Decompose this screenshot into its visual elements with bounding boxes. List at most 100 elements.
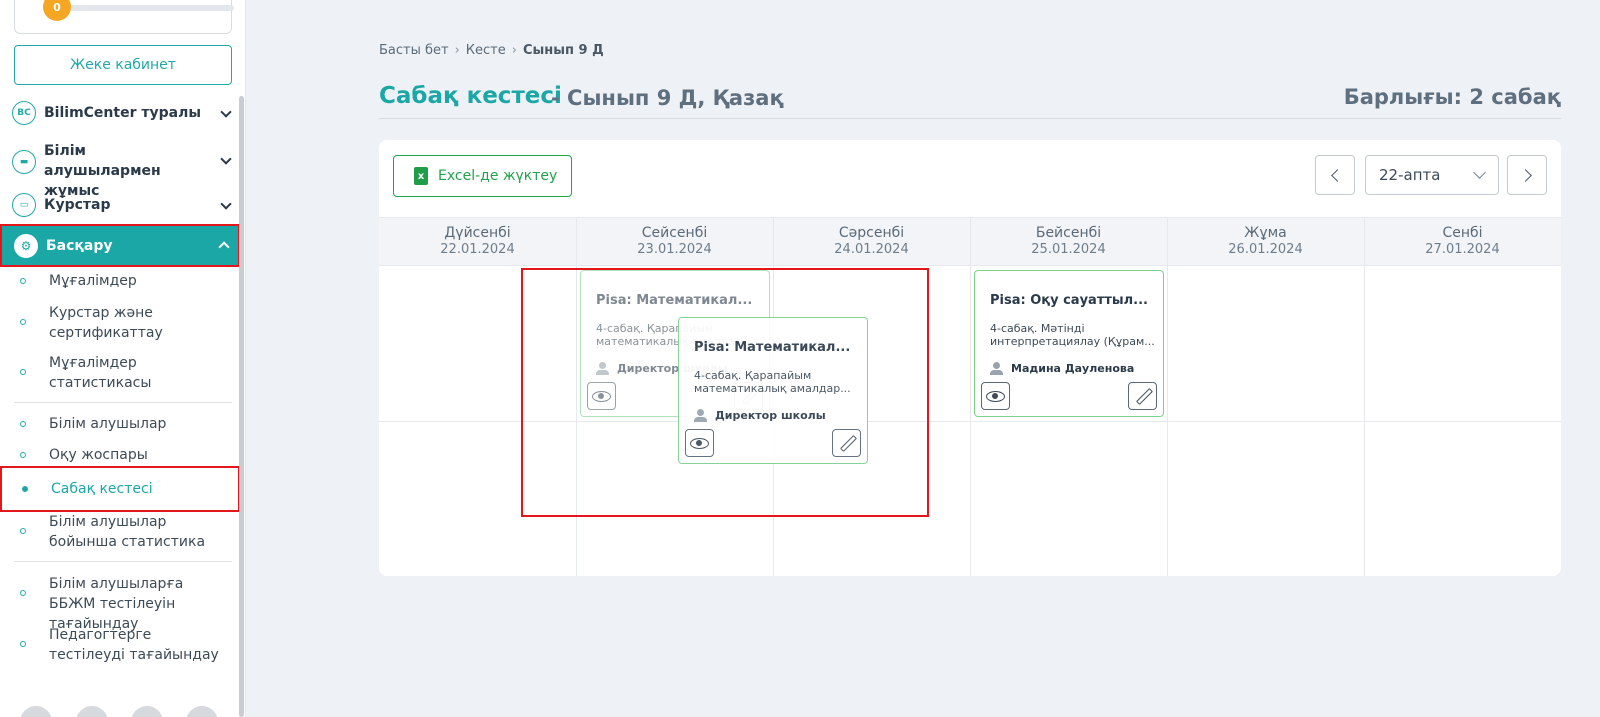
view-lesson-button[interactable] [587, 382, 616, 410]
lesson-description: 4-сабақ. Мәтінді интерпретациялау (Құрам… [990, 322, 1155, 348]
menu-item-label: Білім алушылармен жұмыс [44, 143, 161, 199]
bullet-icon [20, 278, 26, 284]
level-progress-card: 0 [14, 0, 234, 34]
day-name: Дүйсенбі [444, 225, 511, 241]
menu-item-label: Курстар [44, 197, 111, 213]
prev-week-button[interactable] [1315, 155, 1355, 195]
menu-item-management[interactable]: ⚙ Басқару [0, 224, 240, 267]
bullet-icon [20, 369, 26, 375]
sub-item-lesson-schedule[interactable]: Сабақ кестесі [0, 466, 240, 512]
sub-item-label: Сабақ кестесі [51, 481, 153, 497]
view-lesson-button[interactable] [981, 382, 1010, 410]
teacher-name: Мадина Дауленова [1011, 362, 1135, 375]
sub-item-study-plan[interactable]: Оқу жоспары [0, 444, 240, 466]
lesson-title: Pisa: Математикал... [596, 293, 753, 308]
day-name: Сенбі [1442, 225, 1483, 241]
breadcrumb-separator: › [454, 43, 460, 58]
breadcrumb-home-link[interactable]: Басты бет [379, 43, 449, 58]
chevron-down-icon [220, 153, 232, 165]
day-header: Сәрсенбі 24.01.2024 [773, 218, 970, 258]
breadcrumb-schedule-link[interactable]: Кесте [466, 43, 506, 58]
menu-item-bilimcenter[interactable]: BC BilimCenter туралы [0, 101, 240, 125]
lesson-teacher: Мадина Дауленова [990, 362, 1134, 375]
divider [14, 561, 232, 562]
edit-lesson-button[interactable] [832, 429, 861, 457]
next-week-button[interactable] [1507, 155, 1547, 195]
lesson-title: Pisa: Математикал... [694, 340, 851, 355]
view-lesson-button[interactable] [685, 429, 714, 457]
sub-item-label: Педагогтерге тестілеуді тағайындау [49, 627, 219, 663]
day-name: Бейсенбі [1035, 225, 1102, 241]
excel-download-label: Excel-де жүктеу [438, 168, 558, 184]
chevron-down-icon [1473, 166, 1486, 179]
excel-download-button[interactable]: x Excel-де жүктеу [393, 155, 572, 197]
gear-icon: ⚙ [14, 234, 38, 258]
week-select[interactable]: 22-апта [1365, 155, 1499, 195]
eye-icon [986, 391, 1005, 402]
sub-item-assign-bbzhm[interactable]: Білім алушыларға ББЖМ тестілеуін тағайын… [0, 573, 240, 632]
level-progress-bar [59, 5, 234, 11]
person-icon [694, 409, 707, 422]
excel-icon: x [414, 167, 428, 185]
menu-item-courses[interactable]: ▭ Курстар [0, 193, 240, 217]
day-date: 24.01.2024 [834, 242, 909, 257]
chevron-down-icon [220, 198, 232, 210]
sub-item-teachers[interactable]: Мұғалімдер [0, 270, 240, 292]
dragged-lesson-card[interactable]: Pisa: Математикал... 4-сабақ. Қарапайым … [678, 317, 868, 464]
edit-lesson-button[interactable] [1128, 382, 1157, 410]
lesson-description: 4-сабақ. Қарапайым математикалық амалдар… [694, 369, 851, 395]
sub-item-label: Мұғалімдер [49, 273, 137, 289]
grid-line [1167, 217, 1168, 576]
page-subtitle: - Сынып 9 Д, Қазақ [551, 86, 784, 110]
grid-line [970, 217, 971, 576]
menu-item-label: Басқару [46, 238, 113, 254]
breadcrumb-separator: › [511, 43, 517, 58]
lesson-title: Pisa: Оқу сауаттыл... [990, 293, 1148, 308]
sub-item-assign-teacher-tests[interactable]: Педагогтерге тестілеуді тағайындау [0, 624, 240, 666]
sub-item-students[interactable]: Білім алушылар [0, 413, 240, 435]
grid-line [379, 421, 1561, 422]
lesson-teacher: Директор школы [694, 409, 826, 422]
breadcrumb-current: Сынып 9 Д [522, 43, 604, 58]
bullet-icon [20, 590, 26, 596]
day-name: Сәрсенбі [838, 225, 905, 241]
day-date: 23.01.2024 [637, 242, 712, 257]
sidebar-scrollbar[interactable] [239, 96, 244, 717]
breadcrumb: Басты бет › Кесте › Сынып 9 Д [379, 43, 604, 58]
day-header: Сейсенбі 23.01.2024 [576, 218, 773, 258]
day-header: Бейсенбі 25.01.2024 [970, 218, 1167, 258]
sub-item-label: Оқу жоспары [49, 447, 148, 463]
bullet-icon [20, 452, 26, 458]
teacher-name: Директор школы [715, 409, 826, 422]
page-header: Сабақ кестесі - Сынып 9 Д, Қазақ Барлығы… [379, 83, 1561, 119]
lesson-card[interactable]: Pisa: Оқу сауаттыл... 4-сабақ. Мәтінді и… [974, 270, 1164, 417]
person-icon [596, 362, 609, 375]
menu-item-label: BilimCenter туралы [44, 105, 201, 121]
bullet-icon [20, 421, 26, 427]
bilimcenter-logo-icon: BC [12, 101, 36, 125]
schedule-panel: x Excel-де жүктеу 22-апта Дүйсенбі 22.01… [379, 140, 1561, 576]
menu-item-students-work[interactable]: ▬ Білім алушылармен жұмыс [0, 141, 240, 199]
facebook-icon[interactable] [131, 706, 163, 717]
sub-item-student-stats[interactable]: Білім алушылар бойынша статистика [0, 511, 240, 553]
page-title: Сабақ кестесі [379, 83, 562, 109]
day-name: Жұма [1244, 225, 1287, 241]
bullet-icon [20, 528, 26, 534]
instagram-icon[interactable] [20, 706, 52, 717]
sidebar: 0 Жеке кабинет BC BilimCenter туралы ▬ Б… [0, 0, 246, 717]
personal-cabinet-button[interactable]: Жеке кабинет [14, 45, 232, 85]
day-date: 25.01.2024 [1031, 242, 1106, 257]
telegram-icon[interactable] [186, 706, 218, 717]
eye-icon [592, 391, 611, 402]
pencil-icon [1136, 388, 1153, 405]
day-date: 26.01.2024 [1228, 242, 1303, 257]
grid-line [576, 217, 577, 576]
bullet-icon [20, 641, 26, 647]
bullet-icon [20, 319, 26, 325]
sub-item-courses-certification[interactable]: Курстар және сертификаттау [0, 302, 240, 344]
youtube-icon[interactable] [76, 706, 108, 717]
sub-item-teacher-stats[interactable]: Мұғалімдер статистикасы [0, 352, 240, 394]
chevron-down-icon [220, 106, 232, 118]
day-name: Сейсенбі [641, 225, 708, 241]
sub-item-label: Білім алушылар бойынша статистика [49, 514, 206, 550]
